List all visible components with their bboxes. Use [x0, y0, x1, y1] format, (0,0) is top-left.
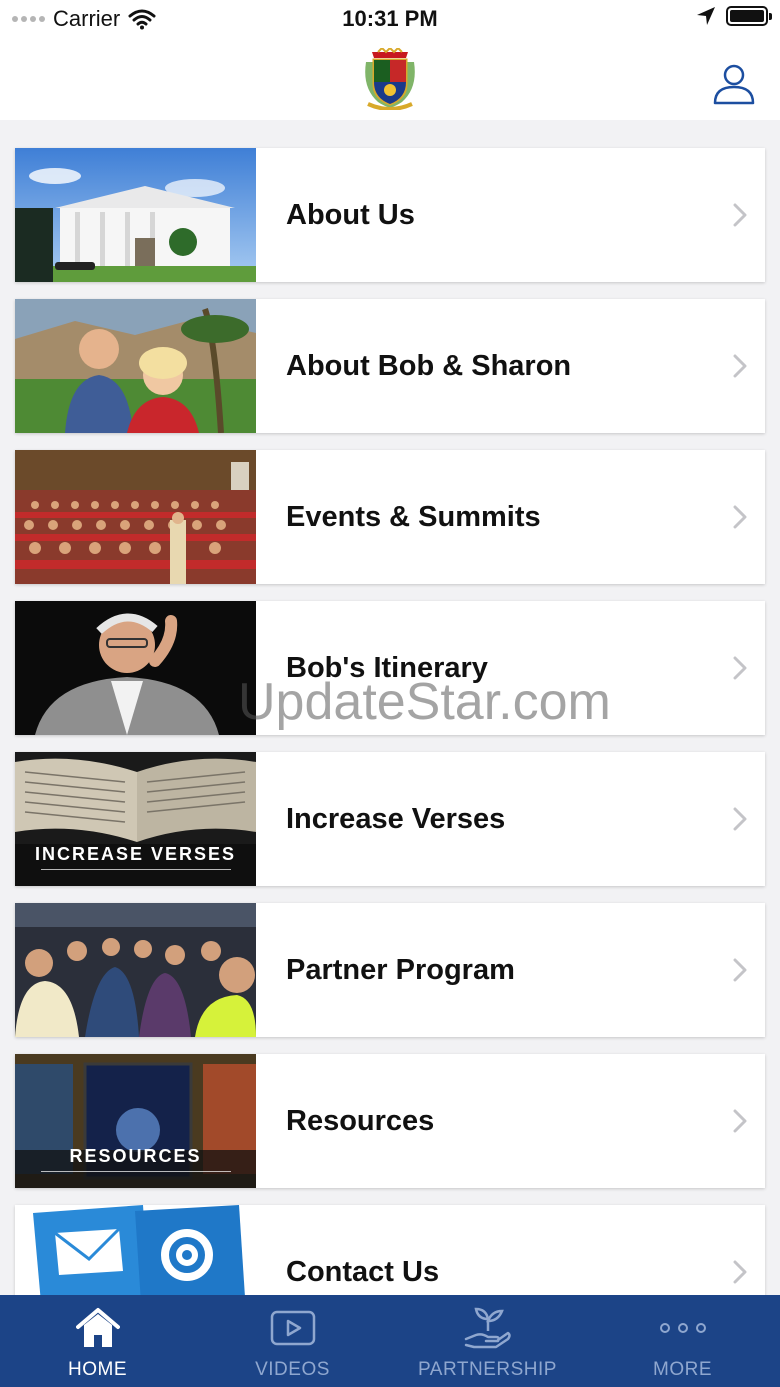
bible-photo: INCREASE VERSES: [15, 752, 256, 886]
menu-item-increase-verses[interactable]: INCREASE VERSES Increase Verses: [15, 752, 765, 886]
chevron-right-icon: [715, 903, 765, 1037]
menu-item-resources[interactable]: RESOURCES Resources: [15, 1054, 765, 1188]
chevron-right-icon: [715, 450, 765, 584]
menu-item-label: Partner Program: [286, 953, 515, 986]
menu-item-partner-program[interactable]: Partner Program: [15, 903, 765, 1037]
video-play-icon: [270, 1303, 316, 1353]
menu-list: About Us About Bob & Sharon Events & Sum…: [15, 148, 765, 1356]
nav-header: [0, 40, 780, 120]
more-dots-icon: [658, 1303, 708, 1353]
location-arrow-icon: [697, 7, 715, 25]
tab-more[interactable]: MORE: [585, 1295, 780, 1387]
tab-videos[interactable]: VIDEOS: [195, 1295, 390, 1387]
menu-item-label: Increase Verses: [286, 802, 506, 835]
tab-partnership[interactable]: PARTNERSHIP: [390, 1295, 585, 1387]
status-time: 10:31 PM: [342, 6, 438, 31]
user-icon[interactable]: [712, 62, 756, 106]
thumb-caption: RESOURCES: [15, 1146, 256, 1172]
conference-hall-photo: [15, 450, 256, 584]
tab-label: HOME: [68, 1359, 127, 1380]
menu-item-about-bob-sharon[interactable]: About Bob & Sharon: [15, 299, 765, 433]
chevron-right-icon: [715, 1054, 765, 1188]
tab-bar: HOME VIDEOS PARTNERSHIP MORE: [0, 1295, 780, 1387]
chevron-right-icon: [715, 752, 765, 886]
menu-item-label: About Bob & Sharon: [286, 349, 572, 382]
battery-icon: [726, 6, 772, 26]
chevron-right-icon: [715, 299, 765, 433]
couple-photo: [15, 299, 256, 433]
tab-label: PARTNERSHIP: [418, 1359, 557, 1380]
tab-label: MORE: [653, 1359, 712, 1380]
menu-item-label: About Us: [286, 198, 415, 231]
speaker-photo: [15, 601, 256, 735]
menu-item-label: Bob's Itinerary: [286, 651, 488, 684]
status-bar: Carrier 10:31 PM: [0, 0, 780, 40]
menu-item-about-us[interactable]: About Us: [15, 148, 765, 282]
crest-logo[interactable]: [360, 48, 420, 110]
menu-item-events-summits[interactable]: Events & Summits: [15, 450, 765, 584]
bus-group-photo: [15, 903, 256, 1037]
tab-label: VIDEOS: [255, 1359, 330, 1380]
chevron-right-icon: [715, 148, 765, 282]
menu-item-label: Resources: [286, 1104, 435, 1137]
hand-plant-icon: [464, 1303, 512, 1353]
chevron-right-icon: [715, 601, 765, 735]
thumb-caption: INCREASE VERSES: [15, 844, 256, 870]
home-icon: [75, 1303, 120, 1353]
dvd-covers-photo: RESOURCES: [15, 1054, 256, 1188]
building-photo: [15, 148, 256, 282]
menu-item-bobs-itinerary[interactable]: Bob's Itinerary: [15, 601, 765, 735]
tab-home[interactable]: HOME: [0, 1295, 195, 1387]
menu-item-label: Events & Summits: [286, 500, 541, 533]
